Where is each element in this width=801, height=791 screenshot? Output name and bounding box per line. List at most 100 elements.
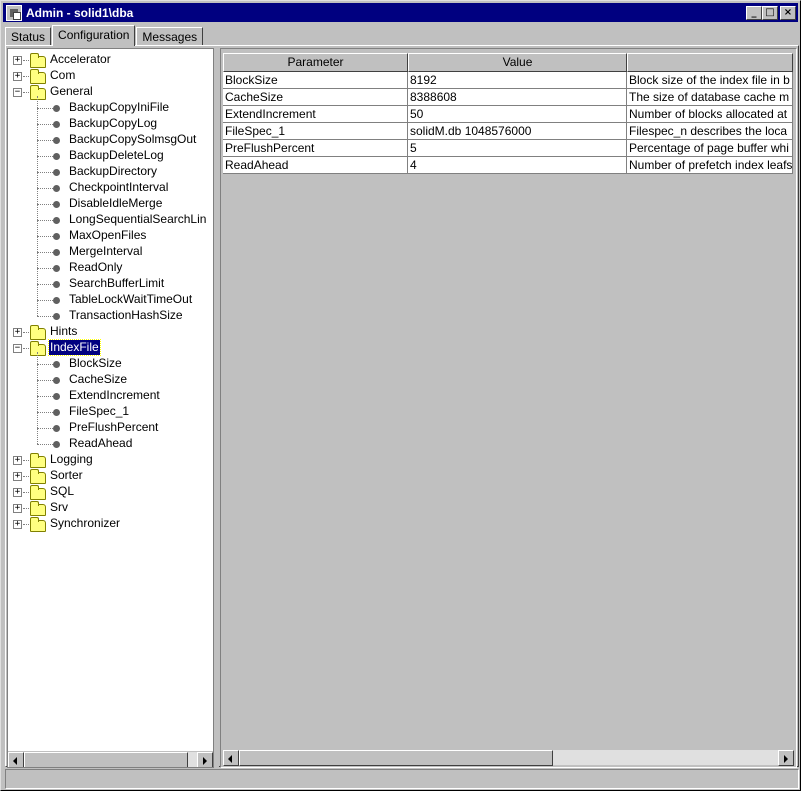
description-cell[interactable]: Percentage of page buffer whi	[627, 140, 793, 157]
tree-leaf-longsequentialsearchlin[interactable]: LongSequentialSearchLin	[68, 212, 207, 227]
table-row[interactable]: PreFlushPercent 5 Percentage of page buffe…	[223, 140, 793, 157]
table-header: Parameter Value	[223, 53, 793, 72]
minimize-button[interactable]: _	[746, 5, 762, 20]
tree-leaf-backupdeletelog[interactable]: BackupDeleteLog	[68, 148, 165, 163]
value-cell[interactable]: 4	[408, 157, 627, 174]
description-cell[interactable]: Block size of the index file in b	[627, 72, 793, 89]
value-cell[interactable]: 8192	[408, 72, 627, 89]
close-button[interactable]: ×	[780, 5, 796, 20]
split-pane-divider[interactable]	[214, 48, 219, 768]
table-scroll-right-button[interactable]	[778, 750, 794, 766]
tree-leaf-tablelockwaittimeout[interactable]: TableLockWaitTimeOut	[68, 292, 193, 307]
maximize-button[interactable]: □	[762, 5, 778, 20]
tree-scroll-thumb[interactable]	[24, 752, 188, 767]
tree-leaf-blocksize[interactable]: BlockSize	[68, 356, 123, 371]
tree-node-general[interactable]: General	[49, 84, 94, 99]
expand-synchronizer-toggle[interactable]: +	[13, 520, 22, 529]
table-row[interactable]: ReadAhead 4 Number of prefetch index leafs	[223, 157, 793, 174]
tab-status[interactable]: Status	[5, 27, 52, 46]
expand-accelerator-toggle[interactable]: +	[13, 56, 22, 65]
tab-configuration[interactable]: Configuration	[52, 25, 136, 46]
expand-sorter-toggle[interactable]: +	[13, 472, 22, 481]
expand-sql-toggle[interactable]: +	[13, 488, 22, 497]
value-cell[interactable]: 8388608	[408, 89, 627, 106]
description-cell[interactable]: The size of database cache m	[627, 89, 793, 106]
table-row[interactable]: BlockSize 8192 Block size of the index fil…	[223, 72, 793, 89]
tree-leaf-backupcopylog[interactable]: BackupCopyLog	[68, 116, 158, 131]
parameter-cell[interactable]: ReadAhead	[223, 157, 408, 174]
tree-connector	[37, 96, 38, 316]
title-bar[interactable]: Admin - solid1\dba _ □ ×	[3, 3, 798, 22]
tree-leaf-searchbufferlimit[interactable]: SearchBufferLimit	[68, 276, 165, 291]
arrow-left-icon	[13, 757, 17, 765]
expand-hints-toggle[interactable]: +	[13, 328, 22, 337]
tree-node-com[interactable]: Com	[49, 68, 76, 83]
tree-connector	[23, 492, 29, 493]
tree-node-indexfile[interactable]: IndexFile	[48, 339, 101, 356]
parameter-dot-icon	[53, 137, 60, 144]
tree-leaf-backupcopysolmsgout[interactable]: BackupCopySolmsgOut	[68, 132, 197, 147]
description-cell[interactable]: Filespec_n describes the loca	[627, 123, 793, 140]
tree-leaf-extendincrement[interactable]: ExtendIncrement	[68, 388, 161, 403]
collapse-general-toggle[interactable]: −	[13, 88, 22, 97]
tree-connector	[23, 92, 29, 93]
tree-node-sql[interactable]: SQL	[49, 484, 75, 499]
configuration-tree[interactable]: + Accelerator + Com − General BackupCopyIniFil…	[7, 48, 214, 768]
tree-leaf-disableidlemerge[interactable]: DisableIdleMerge	[68, 196, 163, 211]
parameter-cell[interactable]: CacheSize	[223, 89, 408, 106]
tree-connector	[37, 156, 53, 157]
description-cell[interactable]: Number of blocks allocated at	[627, 106, 793, 123]
parameter-dot-icon	[53, 265, 60, 272]
parameter-cell[interactable]: ExtendIncrement	[223, 106, 408, 123]
tree-leaf-cachesize[interactable]: CacheSize	[68, 372, 128, 387]
tree-leaf-backupcopyinifile[interactable]: BackupCopyIniFile	[68, 100, 170, 115]
tab-messages[interactable]: Messages	[136, 27, 204, 46]
admin-app-icon[interactable]	[6, 4, 22, 21]
table-horizontal-scrollbar[interactable]	[223, 749, 794, 766]
expand-com-toggle[interactable]: +	[13, 72, 22, 81]
tree-leaf-maxopenfiles[interactable]: MaxOpenFiles	[68, 228, 147, 243]
table-row[interactable]: ExtendIncrement 50 Number of blocks alloca…	[223, 106, 793, 123]
expand-logging-toggle[interactable]: +	[13, 456, 22, 465]
parameter-cell[interactable]: BlockSize	[223, 72, 408, 89]
parameter-dot-icon	[53, 409, 60, 416]
tree-connector	[37, 444, 53, 445]
value-cell[interactable]: 5	[408, 140, 627, 157]
tree-leaf-filespec-1[interactable]: FileSpec_1	[68, 404, 130, 419]
tree-horizontal-scrollbar[interactable]	[8, 751, 213, 767]
table-scroll-thumb[interactable]	[239, 750, 553, 766]
parameter-cell[interactable]: FileSpec_1	[223, 123, 408, 140]
table-row[interactable]: CacheSize 8388608 The size of database cac…	[223, 89, 793, 106]
tree-node-sorter[interactable]: Sorter	[49, 468, 84, 483]
collapse-indexfile-toggle[interactable]: −	[13, 344, 22, 353]
expand-srv-toggle[interactable]: +	[13, 504, 22, 513]
tree-scroll-left-button[interactable]	[8, 752, 24, 767]
parameter-dot-icon	[53, 249, 60, 256]
tree-node-srv[interactable]: Srv	[49, 500, 69, 515]
value-cell[interactable]: 50	[408, 106, 627, 123]
column-header-value[interactable]: Value	[408, 53, 627, 72]
tree-leaf-preflushpercent[interactable]: PreFlushPercent	[68, 420, 159, 435]
description-cell[interactable]: Number of prefetch index leafs	[627, 157, 793, 174]
tree-node-logging[interactable]: Logging	[49, 452, 94, 467]
column-header-description[interactable]	[627, 53, 793, 72]
column-header-parameter[interactable]: Parameter	[223, 53, 408, 72]
tree-node-accelerator[interactable]: Accelerator	[49, 52, 112, 67]
tree-leaf-readahead[interactable]: ReadAhead	[68, 436, 133, 451]
tree-connector	[23, 348, 29, 349]
folder-icon	[30, 517, 46, 532]
tree-leaf-transactionhashsize[interactable]: TransactionHashSize	[68, 308, 184, 323]
tree-leaf-backupdirectory[interactable]: BackupDirectory	[68, 164, 158, 179]
parameter-dot-icon	[53, 233, 60, 240]
table-row[interactable]: FileSpec_1 solidM.db 1048576000 Filespec_n…	[223, 123, 793, 140]
parameter-cell[interactable]: PreFlushPercent	[223, 140, 408, 157]
value-cell[interactable]: solidM.db 1048576000	[408, 123, 627, 140]
status-bar	[5, 769, 799, 789]
tree-leaf-checkpointinterval[interactable]: CheckpointInterval	[68, 180, 169, 195]
tree-node-synchronizer[interactable]: Synchronizer	[49, 516, 121, 531]
tree-leaf-readonly[interactable]: ReadOnly	[68, 260, 123, 275]
table-scroll-left-button[interactable]	[223, 750, 239, 766]
tree-scroll-right-button[interactable]	[197, 752, 213, 767]
tree-node-hints[interactable]: Hints	[49, 324, 78, 339]
tree-leaf-mergeinterval[interactable]: MergeInterval	[68, 244, 143, 259]
